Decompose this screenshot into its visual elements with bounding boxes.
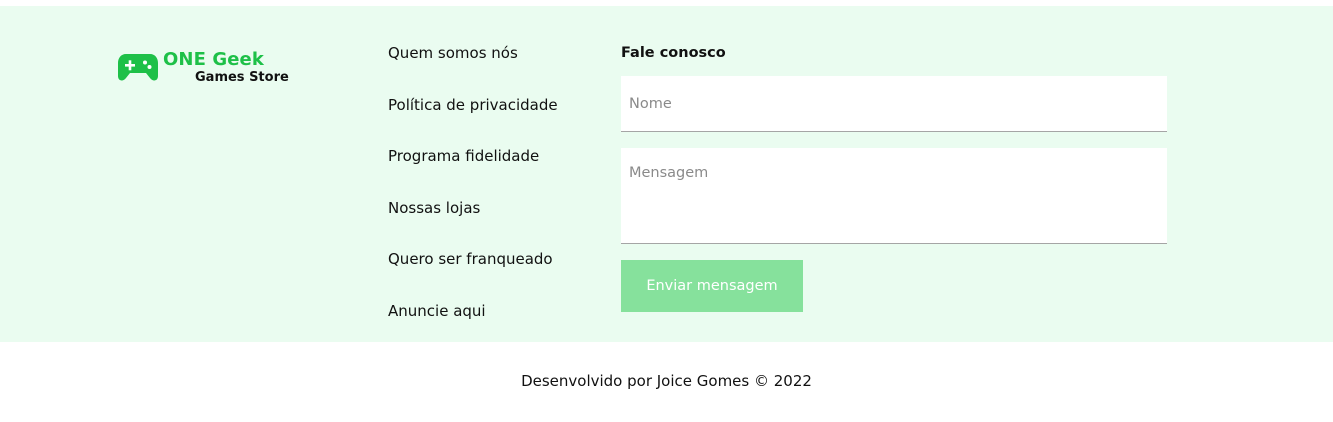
footer-credits: Desenvolvido por Joice Gomes © 2022 bbox=[521, 372, 812, 390]
game-controller-icon bbox=[118, 54, 158, 81]
footer-link-franqueado[interactable]: Quero ser franqueado bbox=[388, 248, 558, 300]
message-textarea[interactable] bbox=[621, 148, 1167, 244]
footer-links: Quem somos nós Política de privacidade P… bbox=[388, 42, 558, 351]
send-message-button[interactable]: Enviar mensagem bbox=[621, 260, 803, 312]
footer-link-fidelidade[interactable]: Programa fidelidade bbox=[388, 145, 558, 197]
brand-subtitle: Games Store bbox=[195, 70, 289, 85]
footer-link-privacidade[interactable]: Política de privacidade bbox=[388, 94, 558, 146]
contact-form: Fale conosco Enviar mensagem bbox=[621, 42, 1167, 312]
footer-main: ONE Geek Games Store Quem somos nós Polí… bbox=[0, 6, 1333, 342]
brand-name: ONE Geek bbox=[163, 49, 264, 70]
footer-link-quem-somos[interactable]: Quem somos nós bbox=[388, 42, 558, 94]
footer-link-anuncie[interactable]: Anuncie aqui bbox=[388, 300, 558, 352]
contact-title: Fale conosco bbox=[621, 45, 726, 61]
footer-link-lojas[interactable]: Nossas lojas bbox=[388, 197, 558, 249]
brand-logo[interactable]: ONE Geek Games Store bbox=[118, 48, 318, 88]
name-input[interactable] bbox=[621, 76, 1167, 132]
